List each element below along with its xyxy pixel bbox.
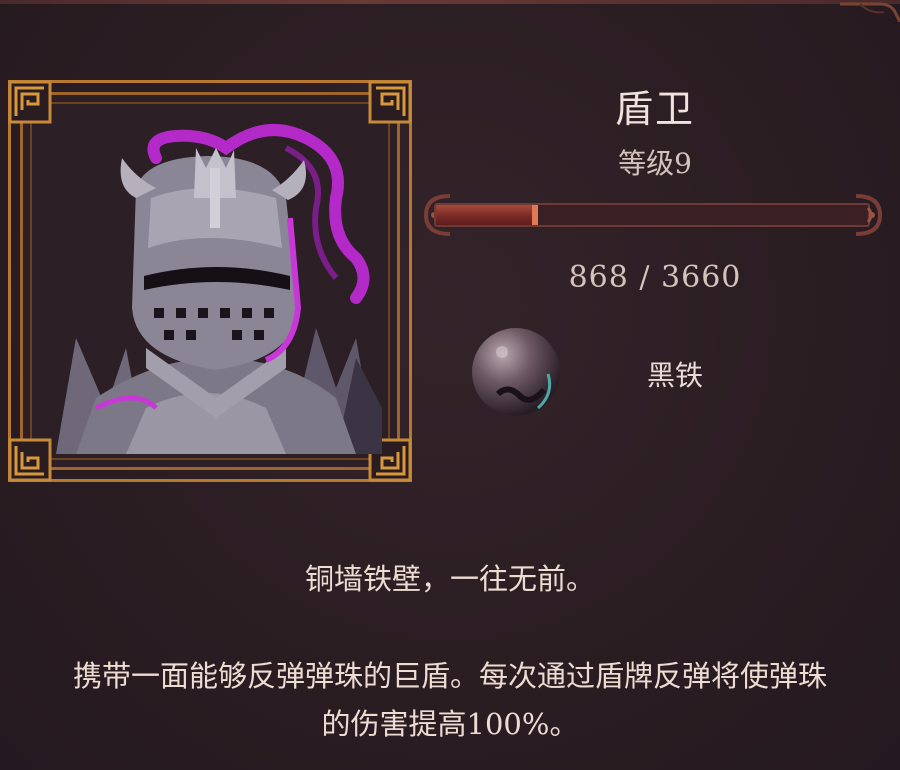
description-line: 的伤害提高100%。	[321, 707, 579, 741]
armored-knight-portrait-icon	[56, 124, 382, 454]
panel-top-border	[0, 0, 900, 4]
hero-level-label: 等级9	[618, 147, 692, 180]
material-name: 黑铁	[646, 359, 703, 392]
black-iron-orb-icon	[472, 328, 560, 416]
corner-ornament-icon	[840, 2, 900, 22]
experience-bar-fill	[436, 205, 538, 225]
hero-portrait-frame	[8, 80, 412, 482]
description-line: 携带一面能够反弹弹珠的巨盾。每次通过盾牌反弹将使弹珠	[72, 659, 827, 693]
experience-bar-track	[434, 203, 870, 227]
bar-right-cap-ornament-icon	[855, 194, 883, 236]
hero-tagline: 铜墙铁壁，一往无前。	[304, 562, 595, 596]
experience-bar	[420, 192, 886, 238]
experience-bar-fill-tip	[532, 205, 538, 225]
hero-name: 盾卫	[614, 87, 695, 131]
experience-value-text: 868 / 3660	[568, 260, 742, 295]
hero-ability-description: 携带一面能够反弹弹珠的巨盾。每次通过盾牌反弹将使弹珠 的伤害提高100%。	[8, 652, 892, 748]
